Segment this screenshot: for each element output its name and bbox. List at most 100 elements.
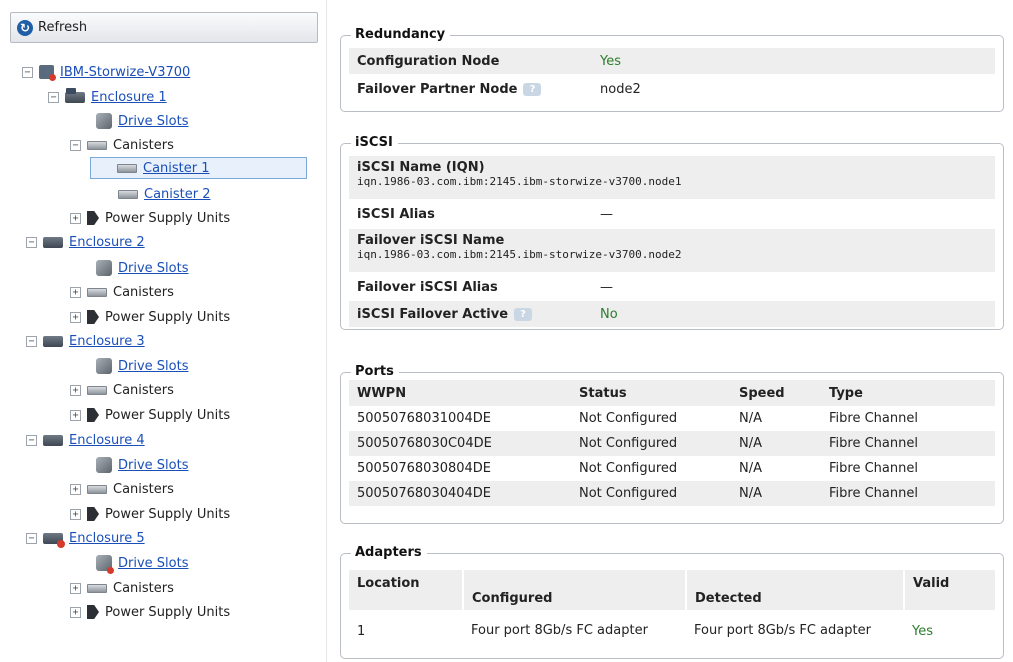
tree-node-canisters[interactable]: − Canisters xyxy=(70,134,174,156)
drive-slots-icon xyxy=(96,358,112,374)
table-row[interactable]: 50050768030804DE Not Configured N/A Fibr… xyxy=(349,456,995,481)
collapse-icon[interactable]: − xyxy=(26,335,37,347)
failover-iscsi-alias-row: Failover iSCSI Alias — xyxy=(349,274,995,300)
canister-icon xyxy=(87,484,107,494)
drive-slots-link[interactable]: Drive Slots xyxy=(118,114,188,129)
table-row[interactable]: 1 Four port 8Gb/s FC adapter Four port 8… xyxy=(349,610,995,652)
tree-node-canisters[interactable]: + Canisters xyxy=(70,281,174,303)
tree-node-power-supply-units[interactable]: + Power Supply Units xyxy=(70,503,230,525)
tree-node-canisters[interactable]: + Canisters xyxy=(70,478,174,500)
adapters-section: Adapters Location Configured Detected Va… xyxy=(340,545,1004,659)
collapse-icon[interactable]: − xyxy=(26,532,37,544)
tree-node-canisters[interactable]: + Canisters xyxy=(70,577,174,599)
type-cell: Fibre Channel xyxy=(829,461,918,476)
tree-node-drive-slots[interactable]: Drive Slots xyxy=(96,110,188,132)
expand-icon[interactable]: + xyxy=(70,508,81,520)
section-title: iSCSI xyxy=(351,135,398,150)
tree-node-canister-1[interactable]: Canister 1 xyxy=(90,157,307,179)
table-header-row: Location Configured Detected Valid xyxy=(349,570,995,610)
collapse-icon[interactable]: − xyxy=(26,434,37,446)
table-row[interactable]: 50050768030404DE Not Configured N/A Fibr… xyxy=(349,481,995,506)
tree-node-power-supply-units[interactable]: + Power Supply Units xyxy=(70,207,230,229)
ports-table: WWPN Status Speed Type 50050768031004DE … xyxy=(349,380,995,506)
expand-icon[interactable]: + xyxy=(70,606,81,618)
field-label-wrapper: iSCSI Failover Active ? xyxy=(349,307,600,322)
canister-icon xyxy=(118,189,138,199)
tree-node-enclosure-4[interactable]: − Enclosure 4 xyxy=(22,429,145,451)
expand-icon[interactable]: + xyxy=(70,582,81,594)
expand-icon[interactable]: + xyxy=(70,483,81,495)
field-value: iqn.1986-03.com.ibm:2145.ibm-storwize-v3… xyxy=(357,248,682,261)
tree-node-power-supply-units[interactable]: + Power Supply Units xyxy=(70,306,230,328)
canister-link[interactable]: Canister 1 xyxy=(143,161,210,176)
power-supply-label: Power Supply Units xyxy=(105,506,231,522)
type-cell: Fibre Channel xyxy=(829,411,918,426)
power-supply-label: Power Supply Units xyxy=(105,309,231,325)
speed-cell: N/A xyxy=(731,431,821,456)
power-supply-label: Power Supply Units xyxy=(105,604,231,620)
section-title: Adapters xyxy=(351,545,427,560)
status-cell: Not Configured xyxy=(579,411,678,426)
enclosure-link[interactable]: Enclosure 5 xyxy=(69,531,145,546)
column-header-type[interactable]: Type xyxy=(821,380,995,406)
enclosure-icon xyxy=(65,87,85,103)
tree-node-enclosure-1[interactable]: − Enclosure 1 xyxy=(48,86,167,108)
tree-node-canister-2[interactable]: Canister 2 xyxy=(118,183,211,205)
tree-node-enclosure-3[interactable]: − Enclosure 3 xyxy=(22,330,145,352)
refresh-button[interactable]: ↻ Refresh xyxy=(10,12,318,43)
column-header-wwpn[interactable]: WWPN xyxy=(349,380,571,406)
collapse-icon[interactable]: − xyxy=(48,91,59,103)
tree-node-power-supply-units[interactable]: + Power Supply Units xyxy=(70,601,230,623)
tree-node-drive-slots[interactable]: Drive Slots xyxy=(96,552,188,574)
enclosure-error-icon xyxy=(43,532,65,548)
table-row[interactable]: 50050768030C04DE Not Configured N/A Fibr… xyxy=(349,431,995,456)
tree-node-drive-slots[interactable]: Drive Slots xyxy=(96,454,188,476)
tree-node-enclosure-2[interactable]: − Enclosure 2 xyxy=(22,231,145,253)
field-value: iqn.1986-03.com.ibm:2145.ibm-storwize-v3… xyxy=(357,175,682,188)
field-label-wrapper: Failover Partner Node ? xyxy=(349,82,600,97)
section-title: Ports xyxy=(351,364,399,379)
enclosure-link[interactable]: Enclosure 4 xyxy=(69,433,145,448)
column-header-valid[interactable]: Valid xyxy=(904,570,995,610)
expand-icon[interactable]: + xyxy=(70,286,81,298)
canister-link[interactable]: Canister 2 xyxy=(144,187,211,202)
tree-node-power-supply-units[interactable]: + Power Supply Units xyxy=(70,404,230,426)
system-link[interactable]: IBM-Storwize-V3700 xyxy=(60,65,190,80)
column-header-location[interactable]: Location xyxy=(349,570,464,610)
wwpn-cell: 50050768030804DE xyxy=(357,461,492,476)
enclosure-link[interactable]: Enclosure 1 xyxy=(91,90,167,105)
drive-slots-link[interactable]: Drive Slots xyxy=(118,261,188,276)
expand-icon[interactable]: + xyxy=(70,311,81,323)
drive-slots-icon xyxy=(96,113,112,129)
column-header-speed[interactable]: Speed xyxy=(731,380,821,406)
collapse-icon[interactable]: − xyxy=(22,66,33,78)
iscsi-failover-active-row: iSCSI Failover Active ? No xyxy=(349,301,995,327)
tree-node-enclosure-5[interactable]: − Enclosure 5 xyxy=(22,527,145,549)
enclosure-link[interactable]: Enclosure 2 xyxy=(69,235,145,250)
enclosure-link[interactable]: Enclosure 3 xyxy=(69,334,145,349)
iscsi-alias-row: iSCSI Alias — xyxy=(349,201,995,227)
drive-slots-link[interactable]: Drive Slots xyxy=(118,359,188,374)
tree-node-drive-slots[interactable]: Drive Slots xyxy=(96,257,188,279)
help-icon[interactable]: ? xyxy=(523,82,542,96)
collapse-icon[interactable]: − xyxy=(70,139,81,151)
canister-icon xyxy=(87,287,107,297)
system-icon xyxy=(39,65,56,81)
status-cell: Not Configured xyxy=(571,481,731,506)
drive-slots-link[interactable]: Drive Slots xyxy=(118,458,188,473)
column-header-configured[interactable]: Configured xyxy=(463,570,687,610)
expand-icon[interactable]: + xyxy=(70,384,81,396)
field-label: iSCSI Failover Active xyxy=(357,306,509,322)
drive-slots-link[interactable]: Drive Slots xyxy=(118,556,188,571)
collapse-icon[interactable]: − xyxy=(26,236,37,248)
table-row[interactable]: 50050768031004DE Not Configured N/A Fibr… xyxy=(349,406,995,431)
expand-icon[interactable]: + xyxy=(70,212,81,224)
expand-icon[interactable]: + xyxy=(70,409,81,421)
power-supply-label: Power Supply Units xyxy=(105,210,231,226)
column-header-detected[interactable]: Detected xyxy=(686,570,905,610)
tree-node-canisters[interactable]: + Canisters xyxy=(70,379,174,401)
tree-node-system[interactable]: − IBM-Storwize-V3700 xyxy=(22,61,190,83)
tree-node-drive-slots[interactable]: Drive Slots xyxy=(96,355,188,377)
help-icon[interactable]: ? xyxy=(514,307,533,321)
column-header-status[interactable]: Status xyxy=(571,380,731,406)
